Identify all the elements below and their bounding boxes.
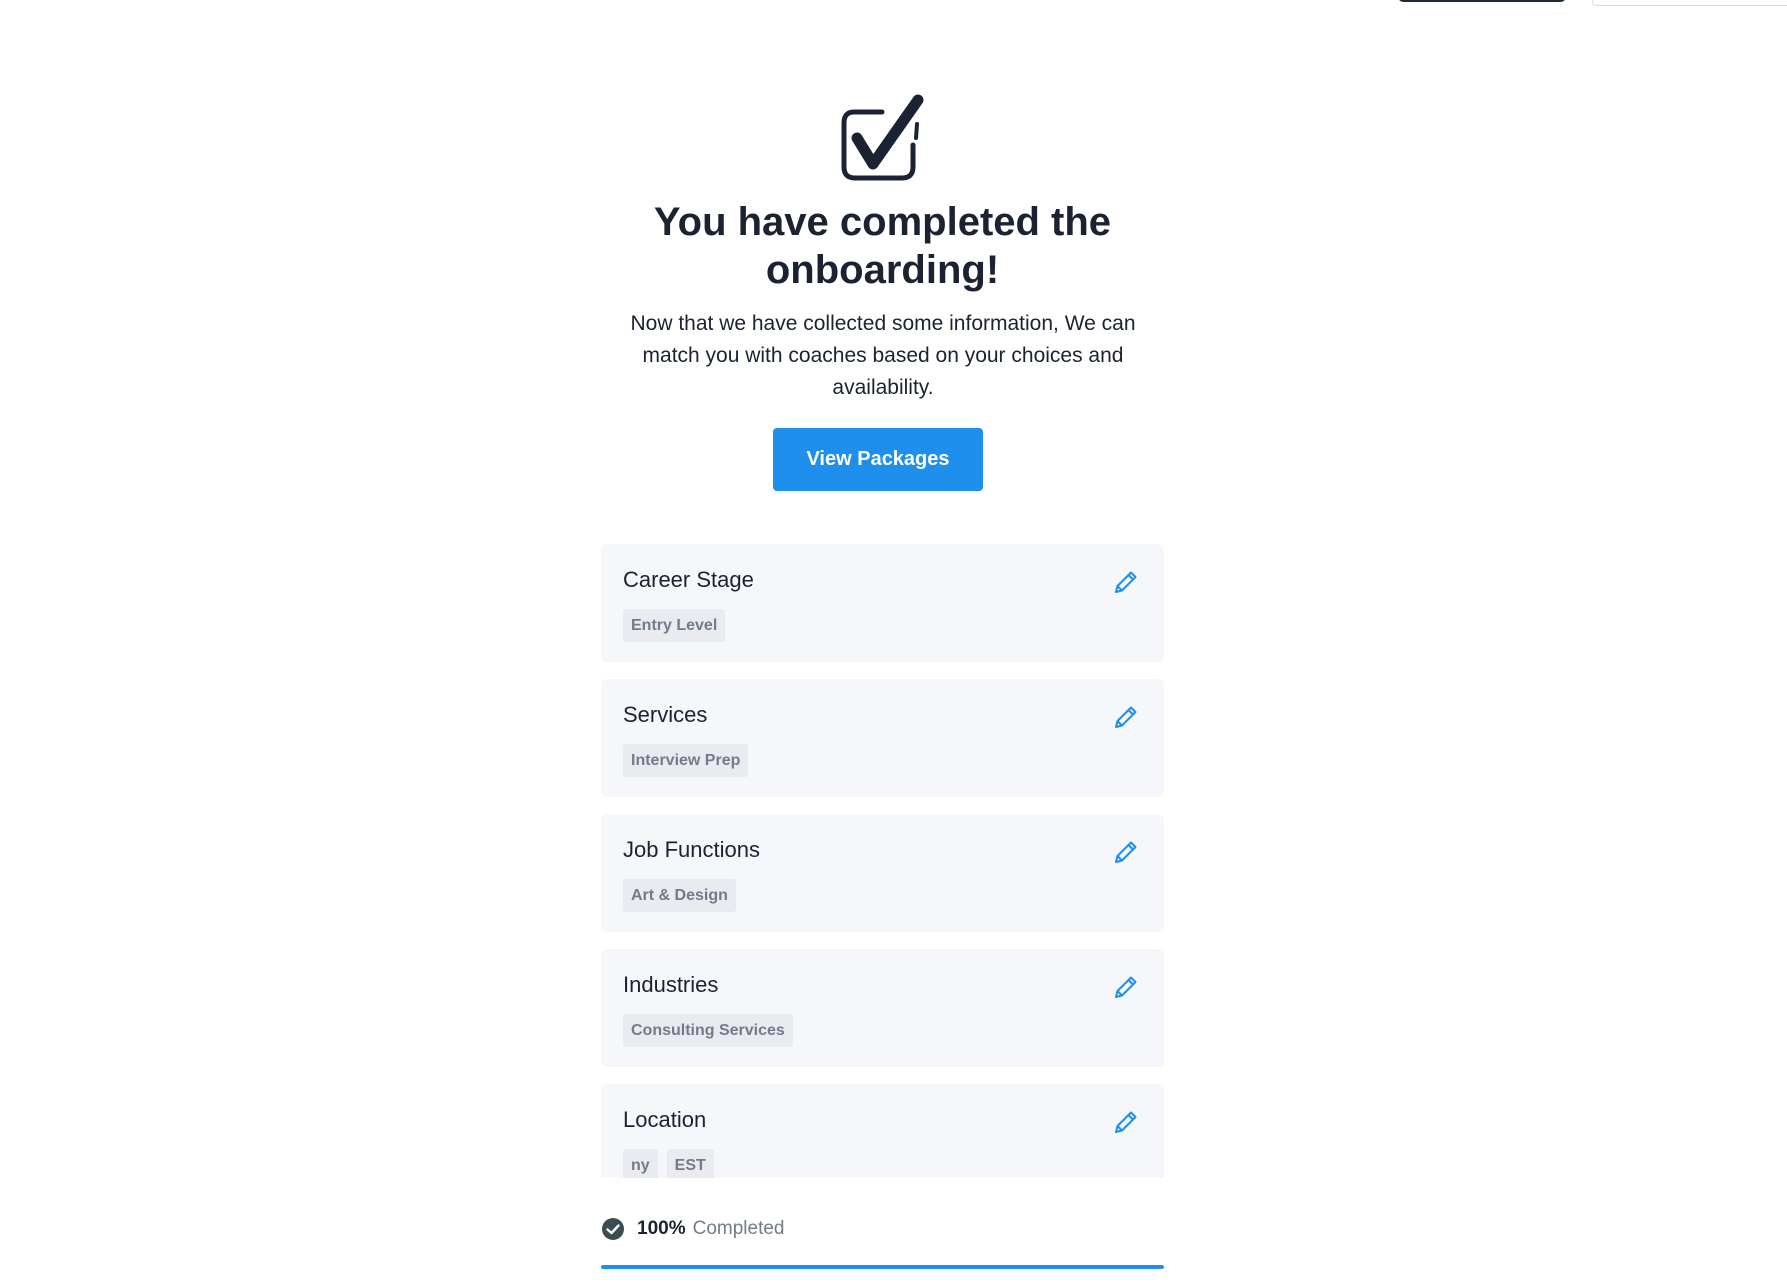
tag: ny [623, 1149, 658, 1178]
pencil-icon[interactable] [1112, 703, 1140, 731]
tag-list: Art & Design [623, 879, 736, 912]
progress-percent: 100% [637, 1218, 686, 1239]
career-stage-card: Career Stage Entry Level [601, 544, 1164, 662]
summary-list[interactable]: Career Stage Entry Level Services Interv… [601, 544, 1164, 1178]
job-functions-card: Job Functions Art & Design [601, 814, 1164, 932]
card-title: Career Stage [623, 567, 754, 592]
checkbox-check-icon [841, 94, 924, 181]
industries-card: Industries Consulting Services [601, 949, 1164, 1067]
card-title: Location [623, 1107, 707, 1132]
header-button-fragment[interactable] [1397, 0, 1567, 2]
tag-list: ny EST [623, 1149, 714, 1178]
progress-label: Completed [692, 1218, 785, 1239]
card-title: Job Functions [623, 837, 760, 862]
tag-list: Interview Prep [623, 744, 749, 777]
progress-bar [601, 1265, 1164, 1269]
services-card: Services Interview Prep [601, 679, 1164, 797]
pencil-icon[interactable] [1112, 1108, 1140, 1136]
pencil-icon[interactable] [1112, 973, 1140, 1001]
pencil-icon[interactable] [1112, 568, 1140, 596]
tag: Art & Design [623, 879, 736, 912]
pencil-icon[interactable] [1112, 838, 1140, 866]
check-circle-icon [602, 1218, 624, 1240]
location-card: Location ny EST [601, 1084, 1164, 1178]
header-field-fragment[interactable] [1592, 0, 1787, 6]
tag: Interview Prep [623, 744, 749, 777]
tag: EST [666, 1149, 714, 1178]
page-title: You have completed the onboarding! [653, 200, 1112, 292]
card-title: Industries [623, 972, 719, 997]
tag: Consulting Services [623, 1014, 793, 1047]
progress-status: 100% Completed [601, 1215, 785, 1243]
tag-list: Entry Level [623, 609, 726, 642]
tag: Entry Level [623, 609, 726, 642]
card-title: Services [623, 702, 708, 727]
progress-bar-fill [601, 1265, 1164, 1269]
tag-list: Consulting Services [623, 1014, 793, 1047]
onboarding-description: Now that we have collected some informat… [630, 312, 1136, 399]
view-packages-button[interactable]: View Packages [773, 428, 983, 491]
